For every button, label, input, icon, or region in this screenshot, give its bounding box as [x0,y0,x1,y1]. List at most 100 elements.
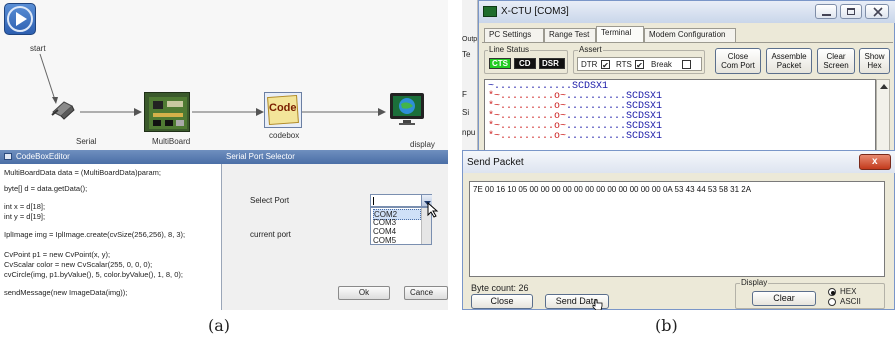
side-fragment: Outp [462,36,478,43]
display-label: display [410,140,435,149]
ascii-radio[interactable] [828,298,836,306]
terminal-output[interactable]: ~.............SCDSX1 *~.........o~.......… [484,79,876,159]
dialog-close-button[interactable]: x [859,154,891,170]
xctu-titlebar: X-CTU [COM3] [479,1,895,23]
cts-label: CTS [492,59,508,68]
close-com-port-label-1: Close [727,52,749,61]
close-button[interactable]: Close [471,294,533,309]
code-line-7[interactable]: CvScalar color = new CvScalar(255, 0, 0,… [4,260,152,270]
xctu-window: X-CTU [COM3] PC Settings Range Test Term… [478,0,895,160]
rts-checkbox[interactable]: ✔ [635,60,644,70]
multiboard-label: MultiBoard [152,137,191,146]
maximize-button[interactable] [840,4,862,19]
window-close-button[interactable] [865,4,889,19]
tab-modem-configuration[interactable]: Modem Configuration [644,28,736,42]
code-line-5[interactable]: IplImage img = IplImage.create(cvSize(25… [4,230,185,240]
hand-cursor-icon [592,299,603,310]
port-select-dropdown[interactable] [370,194,432,207]
close-icon [873,7,883,17]
display-group: Display Clear HEX ASCII [735,278,885,309]
terminal-prefix: *~......... [488,131,555,142]
port-option[interactable]: COM5 [373,236,396,244]
assert-controls: DTR ✔ RTS ✔ Break [577,57,702,71]
tab-divider [482,42,893,43]
panel-a-screenshot: start Serial MultiBoard Code codebox dis… [0,0,448,310]
code-line-4[interactable]: int y = d[19]; [4,212,45,222]
clear-button[interactable]: Clear [752,291,816,306]
terminal-payload: SCDSX1 [626,131,663,142]
side-fragment: Te [462,50,471,59]
ok-button[interactable]: Ok [338,286,390,300]
code-line-9[interactable]: sendMessage(new ImageData(img)); [4,288,127,298]
xctu-app-icon [483,6,497,17]
port-selector-title: Serial Port Selector [226,152,295,161]
terminal-dots: .......... [566,131,627,142]
caption-b: (b) [655,316,678,335]
hex-payload-box[interactable]: 7E 00 16 10 05 00 00 00 00 00 00 00 00 0… [469,181,885,277]
assemble-label-2: Packet [776,61,802,70]
assemble-packet-button[interactable]: Assemble Packet [766,48,812,74]
cts-indicator: CTS [489,58,511,69]
minimize-button[interactable] [815,4,837,19]
terminal-scrollbar[interactable] [876,79,890,159]
terminal-line: *~.........o~..........SCDSX1 [488,132,662,142]
code-line-3[interactable]: int x = d[18]; [4,202,45,212]
flow-connectors [39,53,386,116]
code-line-1[interactable]: MultiBoardData data = (MultiBoardData)pa… [4,168,161,178]
display-node-icon[interactable] [388,90,428,128]
side-fragment: Si [462,108,470,117]
show-hex-label-2: Hex [867,61,882,70]
clear-screen-button[interactable]: Clear Screen [817,48,855,74]
codebox-node-icon[interactable]: Code [264,92,302,128]
mouse-cursor-icon [427,202,439,218]
codebox-editor-title: CodeBoxEditor [16,152,70,161]
select-port-label: Select Port [250,196,290,205]
close-com-port-label-2: Com Port [721,61,755,70]
text-caret [373,197,374,205]
tab-terminal[interactable]: Terminal [596,26,644,42]
codebox-editor-window: CodeBoxEditor MultiBoardData data = (Mul… [0,150,222,310]
codebox-editor-titlebar: CodeBoxEditor [0,150,222,164]
code-line-6[interactable]: CvPoint p1 = new CvPoint(x, y); [4,250,110,260]
dsr-indicator: DSR [539,58,565,69]
dsr-label: DSR [542,59,559,68]
port-option[interactable]: COM4 [373,227,396,236]
side-fragment: npu [462,128,476,137]
dtr-label: DTR [581,60,598,69]
show-hex-button[interactable]: Show Hex [859,48,890,74]
tab-range-test[interactable]: Range Test [544,28,596,42]
scroll-up-icon[interactable] [877,80,891,94]
assemble-label-1: Assemble [771,52,807,61]
show-hex-label-1: Show [864,52,885,61]
multiboard-node-icon[interactable] [144,92,190,132]
assert-legend: Assert [578,45,603,54]
send-packet-dialog: Send Packet x 7E 00 16 10 05 00 00 00 00… [462,150,895,310]
dtr-checkbox[interactable]: ✔ [601,60,610,70]
code-line-8[interactable]: cvCircle(img, p1.byValue(), 5, color.byV… [4,270,183,280]
current-port-label: current port [250,230,291,239]
clear-screen-label-1: Clear [826,52,846,61]
break-checkbox[interactable] [682,60,691,69]
close-com-port-button[interactable]: Close Com Port [715,48,761,74]
port-options-list[interactable]: COM2 COM3 COM4 COM5 [370,207,432,245]
hex-radio-label: HEX [840,287,857,296]
hex-payload-text: 7E 00 16 10 05 00 00 00 00 00 00 00 00 0… [473,185,752,194]
codebox-label: codebox [269,131,300,140]
xctu-window-title: X-CTU [COM3] [501,6,569,17]
tab-pc-settings[interactable]: PC Settings [484,28,544,42]
background-app-strip: Outp Te F Si npu [462,0,478,150]
hex-radio[interactable] [828,288,836,296]
port-selector-titlebar: Serial Port Selector [222,150,448,164]
serial-node-icon[interactable] [50,98,76,120]
code-line-2[interactable]: byte[] d = data.getData(); [4,184,87,194]
maximize-icon [847,8,855,15]
assert-group: Assert DTR ✔ RTS ✔ Break [573,45,705,74]
line-status-group: Line Status CTS CD DSR [484,45,568,74]
cancel-button[interactable]: Cance [404,286,448,300]
port-option[interactable]: COM3 [373,218,396,227]
clear-screen-label-2: Screen [823,61,849,70]
terminal-marker: o~ [554,131,567,142]
serial-label: Serial [76,137,97,146]
rts-label: RTS [616,60,632,69]
display-legend: Display [740,278,769,287]
